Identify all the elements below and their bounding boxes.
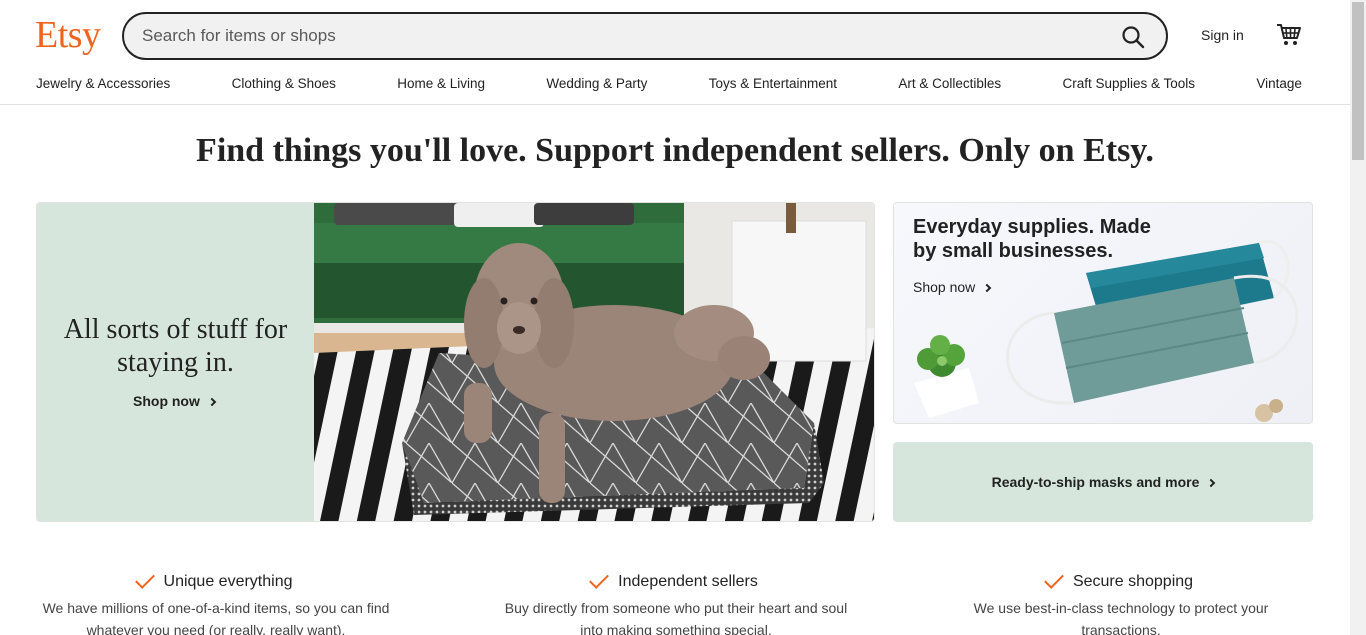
value-prop-title-text: Independent sellers (618, 573, 758, 590)
site-header: Etsy Sign in Jewelry & Accessories Cloth… (0, 0, 1350, 105)
etsy-logo[interactable]: Etsy (35, 13, 101, 57)
hero-main-card[interactable]: All sorts of stuff for staying in. Shop … (36, 202, 875, 522)
value-prop-secure: Secure shopping We use best-in-class tec… (941, 569, 1301, 635)
value-prop-desc: We have millions of one-of-a-kind items,… (42, 600, 390, 635)
hero-side-card[interactable]: Everyday supplies. Made by small busines… (893, 202, 1313, 424)
hero-side-title: Everyday supplies. Made by small busines… (913, 216, 1151, 262)
value-prop-title-text: Unique everything (163, 573, 293, 590)
shop-now-label: Shop now (913, 279, 976, 295)
value-prop-desc: We use best-in-class technology to prote… (973, 600, 1269, 635)
chevron-right-icon (983, 283, 992, 293)
page-scrollbar[interactable] (1350, 0, 1366, 635)
category-vintage[interactable]: Vintage (1256, 76, 1302, 91)
hero-main-text-panel: All sorts of stuff for staying in. Shop … (37, 203, 314, 521)
value-props: Unique everything We have millions of on… (36, 569, 1316, 635)
search-input[interactable] (142, 14, 1102, 58)
checkmark-icon (134, 569, 155, 589)
chevron-right-icon (1207, 478, 1216, 488)
category-nav: Jewelry & Accessories Clothing & Shoes H… (36, 76, 1302, 91)
poodle-on-cushion-photo (314, 203, 874, 521)
category-art[interactable]: Art & Collectibles (898, 76, 1001, 91)
value-prop-independent: Independent sellers Buy directly from so… (496, 569, 856, 635)
sign-in-link[interactable]: Sign in (1201, 27, 1244, 43)
hero-side-shop-now[interactable]: Shop now (913, 279, 992, 295)
shop-now-label: Shop now (133, 393, 200, 409)
hero-main-title: All sorts of stuff for staying in. (63, 314, 288, 378)
checkmark-icon (1044, 569, 1064, 589)
value-prop-title: Unique everything (36, 569, 396, 591)
value-prop-title: Secure shopping (941, 569, 1301, 591)
checkmark-icon (589, 569, 610, 589)
category-wedding[interactable]: Wedding & Party (546, 76, 647, 91)
scrollbar-thumb[interactable] (1352, 2, 1364, 160)
value-prop-desc: Buy directly from someone who put their … (504, 600, 848, 635)
value-prop-title: Independent sellers (496, 569, 856, 591)
chevron-right-icon (207, 397, 217, 407)
hero-tagline: Find things you'll love. Support indepen… (196, 132, 1154, 169)
category-jewelry[interactable]: Jewelry & Accessories (36, 76, 170, 91)
value-prop-unique: Unique everything We have millions of on… (36, 569, 396, 635)
ready-to-ship-promo[interactable]: Ready-to-ship masks and more (893, 442, 1313, 522)
category-craft[interactable]: Craft Supplies & Tools (1062, 76, 1195, 91)
category-home[interactable]: Home & Living (397, 76, 485, 91)
category-clothing[interactable]: Clothing & Shoes (232, 76, 336, 91)
cart-icon[interactable] (1276, 22, 1302, 48)
ready-to-ship-label: Ready-to-ship masks and more (991, 474, 1200, 490)
hero-main-shop-now[interactable]: Shop now (133, 393, 217, 409)
value-prop-title-text: Secure shopping (1072, 573, 1194, 590)
ready-to-ship-link[interactable]: Ready-to-ship masks and more (893, 474, 1313, 490)
search-bar (122, 12, 1168, 60)
search-icon[interactable] (1120, 24, 1146, 50)
category-toys[interactable]: Toys & Entertainment (709, 76, 837, 91)
